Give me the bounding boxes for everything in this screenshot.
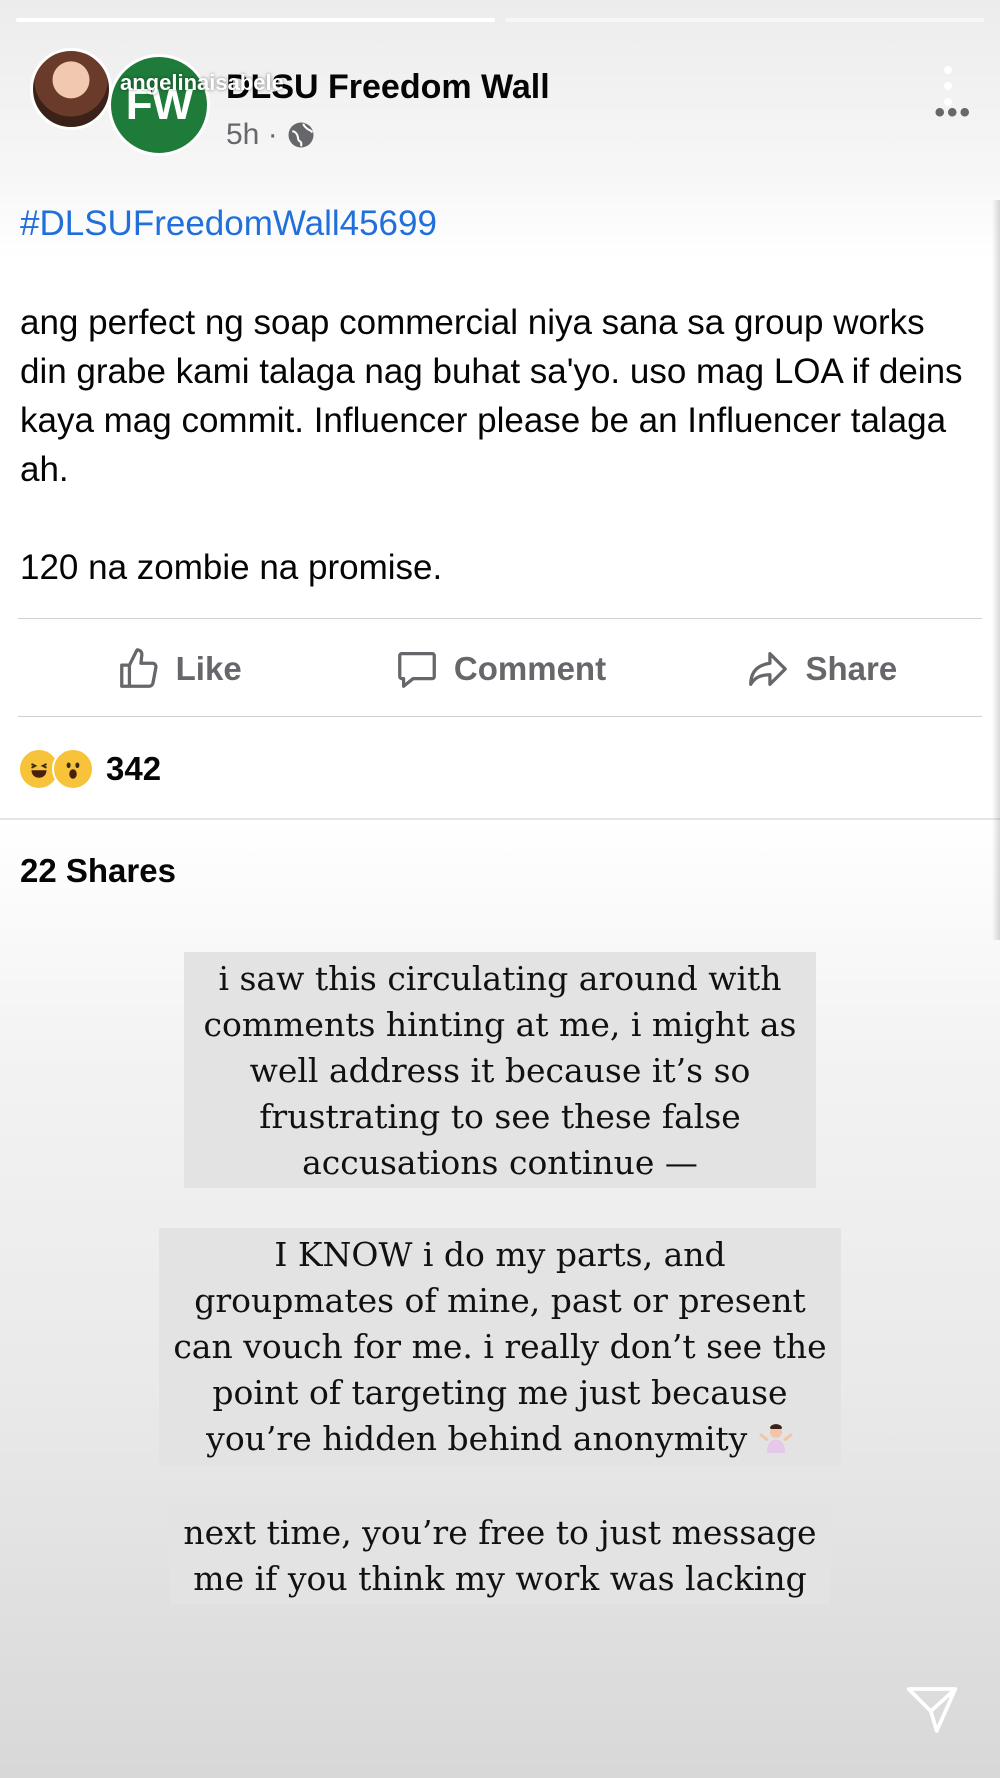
post-meta: 5h · bbox=[226, 118, 316, 152]
reaction-count: 342 bbox=[106, 750, 162, 787]
post-action-bar: Like Comment Share bbox=[18, 620, 982, 718]
speech-bubble-icon bbox=[398, 652, 436, 688]
caption-line: you’re hidden behind anonymity bbox=[206, 1419, 748, 1458]
caption-line: well address it because it’s so bbox=[249, 1051, 751, 1090]
story-container: FW angelinaisabele DLSU Freedom Wall 5h … bbox=[0, 0, 1000, 1778]
share-label: Share bbox=[805, 650, 898, 687]
story-progress bbox=[16, 18, 984, 22]
like-button[interactable]: Like bbox=[18, 620, 339, 718]
comment-label: Comment bbox=[453, 650, 607, 687]
story-user-avatar[interactable] bbox=[30, 48, 112, 130]
thumbs-up-icon bbox=[119, 648, 158, 688]
post-hashtag[interactable]: #DLSUFreedomWall45699 bbox=[20, 204, 437, 244]
story-progress-segment-2 bbox=[505, 18, 984, 22]
section-divider bbox=[0, 818, 1000, 820]
share-arrow-icon bbox=[749, 652, 788, 686]
caption-line: comments hinting at me, i might as bbox=[203, 1005, 797, 1044]
story-caption-3: next time, you’re free to just message m… bbox=[170, 1506, 830, 1604]
caption-line-with-emoji: you’re hidden behind anonymity bbox=[167, 1416, 833, 1464]
comment-button[interactable]: Comment bbox=[339, 620, 660, 718]
divider bbox=[18, 716, 982, 717]
story-username[interactable]: angelinaisabele bbox=[120, 70, 284, 96]
person-shrugging-emoji bbox=[758, 1418, 794, 1464]
caption-line: can vouch for me. i really don’t see the bbox=[173, 1327, 827, 1366]
story-caption-2: I KNOW i do my parts, and groupmates of … bbox=[159, 1228, 841, 1466]
post-time[interactable]: 5h · bbox=[226, 118, 278, 152]
shares-count[interactable]: 22 Shares bbox=[20, 852, 176, 890]
reactions-summary[interactable]: 342 bbox=[18, 748, 161, 790]
screenshot-edge bbox=[992, 200, 1000, 940]
caption-line: i saw this circulating around with bbox=[218, 959, 782, 998]
caption-line: frustrating to see these false bbox=[259, 1097, 741, 1136]
caption-line: groupmates of mine, past or present bbox=[194, 1281, 806, 1320]
like-label: Like bbox=[175, 650, 242, 687]
caption-line: I KNOW i do my parts, and bbox=[274, 1235, 726, 1274]
post-more-icon[interactable]: ••• bbox=[934, 96, 972, 130]
send-icon[interactable] bbox=[904, 1682, 960, 1738]
caption-line: next time, you’re free to just message bbox=[183, 1513, 817, 1552]
divider bbox=[18, 618, 982, 619]
share-button[interactable]: Share bbox=[661, 620, 982, 718]
wow-reaction-icon bbox=[52, 748, 94, 790]
caption-line: me if you think my work was lacking bbox=[193, 1559, 807, 1598]
caption-line: accusations continue — bbox=[302, 1143, 698, 1182]
story-caption-1: i saw this circulating around with comme… bbox=[184, 952, 816, 1188]
story-progress-segment-1 bbox=[16, 18, 495, 22]
caption-line: point of targeting me just because bbox=[212, 1373, 788, 1412]
post-body: ang perfect ng soap commercial niya sana… bbox=[20, 298, 980, 641]
post-paragraph: 120 na zombie na promise. bbox=[20, 548, 443, 587]
post-paragraph: ang perfect ng soap commercial niya sana… bbox=[20, 303, 963, 489]
globe-icon bbox=[288, 122, 314, 148]
